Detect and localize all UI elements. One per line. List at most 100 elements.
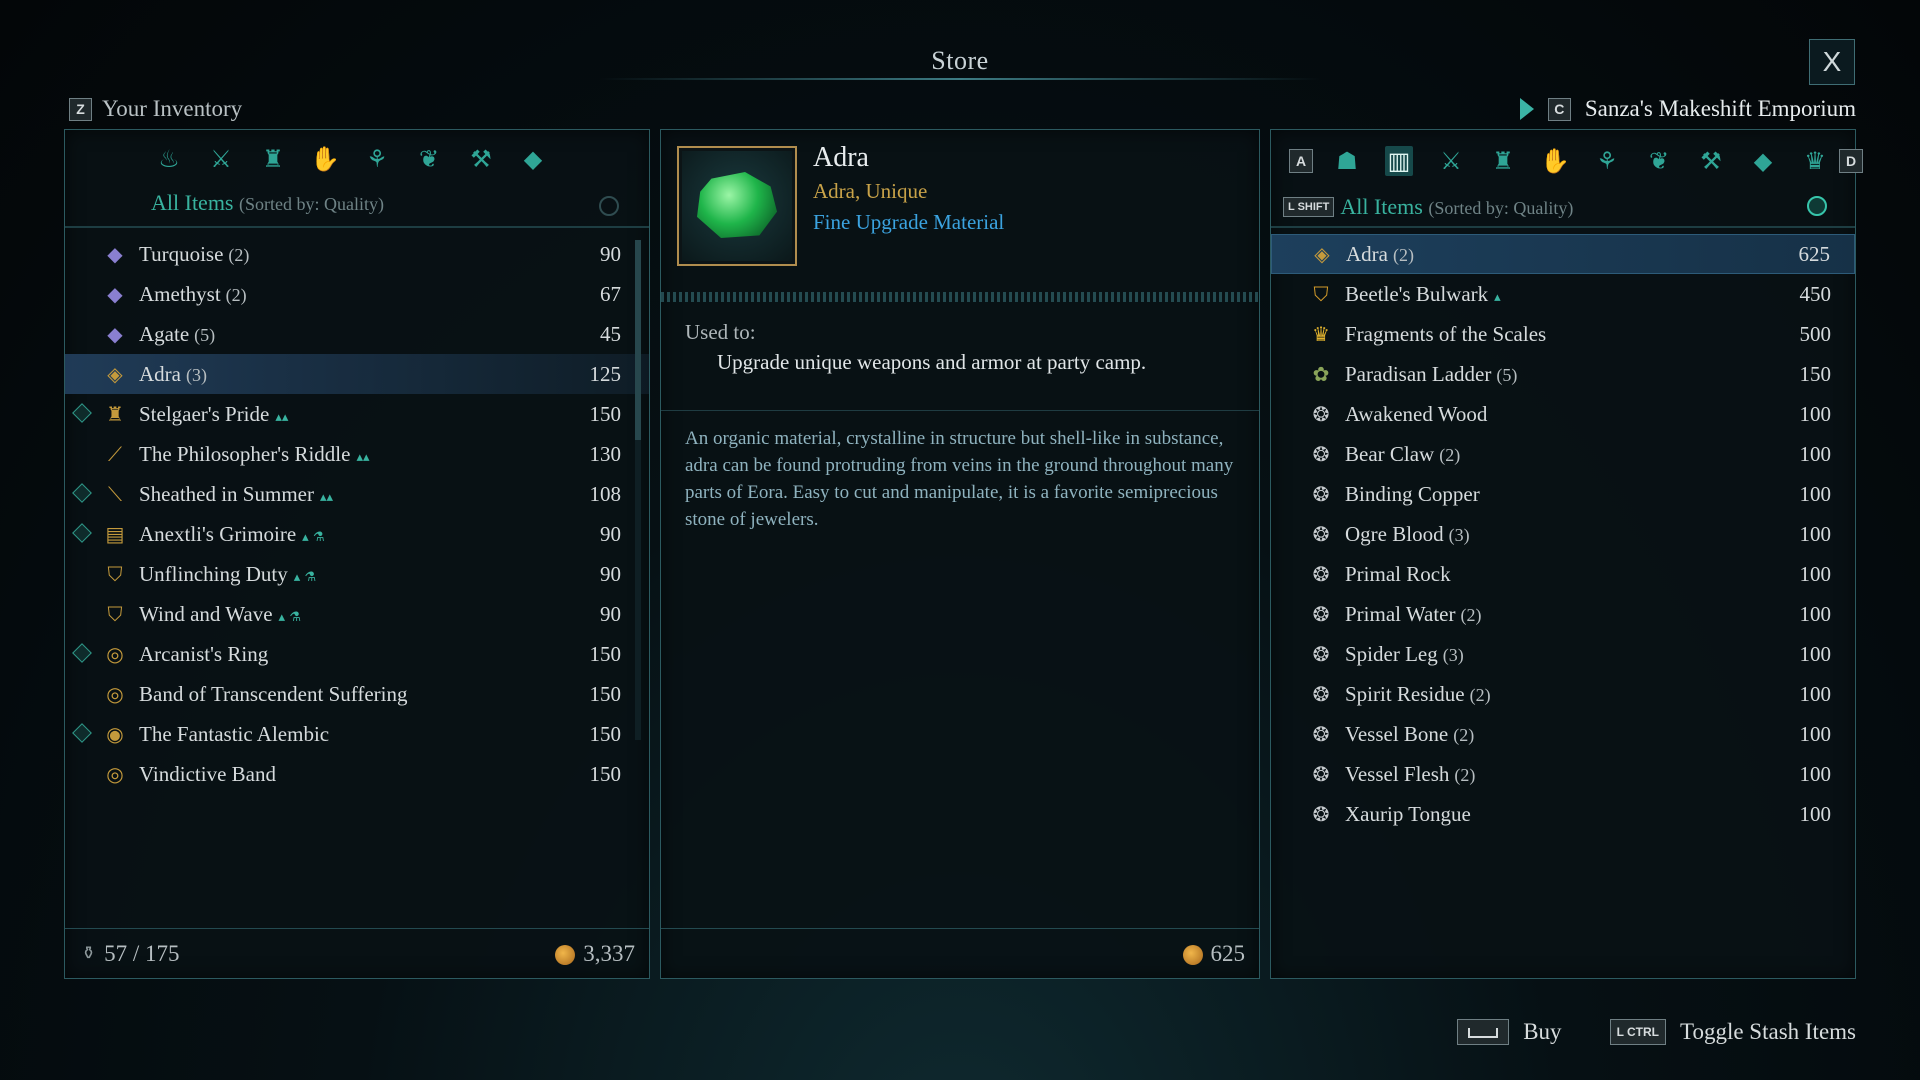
crown-icon[interactable]: ♛	[1801, 146, 1829, 176]
gems-icon[interactable]: ◆	[1749, 146, 1777, 176]
list-item[interactable]: ❂ Awakened Wood 100	[1271, 394, 1855, 434]
item-name: Turquoise (2)	[139, 242, 541, 267]
list-item[interactable]: ◎ Band of Transcendent Suffering 150	[65, 674, 649, 714]
item-name-text: Xaurip Tongue	[1345, 801, 1471, 826]
item-count: (2)	[1392, 244, 1414, 265]
list-item[interactable]: ❂ Spider Leg (3) 100	[1271, 634, 1855, 674]
item-name: Vessel Bone (2)	[1345, 722, 1751, 747]
item-name: Ogre Blood (3)	[1345, 522, 1751, 547]
list-item[interactable]: ⟍ Sheathed in Summer ▴▴ 108	[65, 474, 649, 514]
item-name-text: Wind and Wave	[139, 601, 273, 626]
item-count: (2)	[1453, 724, 1475, 745]
food-icon[interactable]: ❦	[415, 144, 443, 174]
inventory-capacity: 57 / 175	[104, 940, 180, 966]
misc-icon[interactable]: ⚒	[467, 144, 495, 174]
list-item[interactable]: ◉ The Fantastic Alembic 150	[65, 714, 649, 754]
misc-icon[interactable]: ⚒	[1697, 146, 1725, 176]
list-item[interactable]: ◆ Amethyst (2) 67	[65, 274, 649, 314]
prev-category-key[interactable]: A	[1289, 149, 1313, 173]
ingredient-icon: ❂	[1312, 802, 1330, 826]
play-arrow-icon	[1519, 98, 1534, 120]
store-stash-toggle[interactable]	[1807, 196, 1827, 216]
list-item[interactable]: ❂ Primal Water (2) 100	[1271, 594, 1855, 634]
space-key[interactable]	[1457, 1019, 1510, 1045]
next-category-key[interactable]: D	[1839, 149, 1863, 173]
all-items-icon[interactable]: ♨	[155, 144, 183, 174]
inventory-scrollbar[interactable]	[635, 240, 641, 740]
list-item[interactable]: ◆ Agate (5) 45	[65, 314, 649, 354]
item-name: Anextli's Grimoire ▴ ⚗	[139, 522, 541, 547]
list-item[interactable]: ⛉ Beetle's Bulwark ▴ 450	[1271, 274, 1855, 314]
item-subtitle: Adra, Unique	[813, 179, 928, 203]
list-item[interactable]: ❂ Binding Copper 100	[1271, 474, 1855, 514]
inventory-panel: ♨ ⚔ ♜ ✋ ⚘ ❦ ⚒ ◆ All Items (Sorted by: Qu…	[64, 129, 650, 979]
list-item[interactable]: ❂ Vessel Flesh (2) 100	[1271, 754, 1855, 794]
item-name-text: Amethyst	[139, 281, 221, 306]
list-item[interactable]: ❂ Bear Claw (2) 100	[1271, 434, 1855, 474]
item-price: 625	[1182, 941, 1245, 967]
ingredients-icon[interactable]: ✋	[310, 144, 340, 174]
list-item[interactable]: ♛ Fragments of the Scales 500	[1271, 314, 1855, 354]
adra-icon: ◈	[107, 362, 123, 386]
ingredients-icon[interactable]: ✋	[1540, 146, 1570, 176]
item-name: Primal Water (2)	[1345, 602, 1751, 627]
gems-icon[interactable]: ◆	[519, 144, 547, 174]
list-item[interactable]: ◈ Adra (2) 625	[1271, 234, 1855, 274]
list-item[interactable]: ◆ Turquoise (2) 90	[65, 234, 649, 274]
weapons-icon[interactable]: ⚔	[1437, 146, 1465, 176]
crafting-icon[interactable]: ▥	[1385, 146, 1413, 176]
list-item[interactable]: ♜ Stelgaer's Pride ▴▴ 150	[65, 394, 649, 434]
item-value: 130	[589, 441, 622, 466]
item-name-text: Beetle's Bulwark	[1345, 281, 1489, 306]
food-icon[interactable]: ❦	[1645, 146, 1673, 176]
item-count: (2)	[1469, 684, 1491, 705]
list-item[interactable]: ❂ Primal Rock 100	[1271, 554, 1855, 594]
scrollbar-thumb[interactable]	[635, 240, 641, 440]
item-value: 100	[1799, 721, 1832, 746]
flowers-icon[interactable]: ⚘	[1593, 146, 1621, 176]
list-item[interactable]: ✿ Paradisan Ladder (5) 150	[1271, 354, 1855, 394]
inventory-money: 3,337	[555, 941, 635, 967]
inventory-stash-toggle[interactable]	[599, 196, 619, 216]
coin-icon	[1182, 945, 1203, 966]
item-name-text: Paradisan Ladder	[1345, 361, 1492, 386]
list-item[interactable]: ❂ Xaurip Tongue 100	[1271, 794, 1855, 834]
inventory-hotkey[interactable]: Z	[69, 97, 92, 121]
item-value: 45	[600, 321, 621, 346]
shield-icon: ⛉	[107, 562, 123, 586]
helmet-icon[interactable]: ☗	[1333, 146, 1361, 176]
dagger-icon: ⟍	[108, 482, 122, 506]
item-name: Band of Transcendent Suffering	[139, 682, 541, 707]
toggle-stash-button[interactable]: Toggle Stash Items	[1680, 1019, 1856, 1045]
item-name-text: Primal Water	[1345, 601, 1456, 626]
list-item[interactable]: ❂ Ogre Blood (3) 100	[1271, 514, 1855, 554]
list-item[interactable]: ◎ Arcanist's Ring 150	[65, 634, 649, 674]
list-item[interactable]: ◈ Adra (3) 125	[65, 354, 649, 394]
weapons-icon[interactable]: ⚔	[207, 144, 235, 174]
list-item[interactable]: ⛉ Wind and Wave ▴ ⚗ 90	[65, 594, 649, 634]
inventory-sort-label[interactable]: All Items (Sorted by: Quality)	[151, 190, 384, 216]
store-sort-row: L SHIFT All Items (Sorted by: Quality)	[1283, 194, 1573, 220]
list-item[interactable]: ⟋ The Philosopher's Riddle ▴▴ 130	[65, 434, 649, 474]
buy-button[interactable]: Buy	[1523, 1019, 1561, 1045]
list-item[interactable]: ❂ Vessel Bone (2) 100	[1271, 714, 1855, 754]
store-sort-label[interactable]: All Items (Sorted by: Quality)	[1340, 194, 1573, 220]
list-item[interactable]: ⛉ Unflinching Duty ▴ ⚗ 90	[65, 554, 649, 594]
list-item[interactable]: ◎ Vindictive Band 150	[65, 754, 649, 785]
item-name-text: Fragments of the Scales	[1345, 321, 1547, 346]
title-underline	[600, 78, 1320, 80]
item-name-text: Unflinching Duty	[139, 561, 288, 586]
armor-icon[interactable]: ♜	[259, 144, 287, 174]
store-header: C Sanza's Makeshift Emporium	[1519, 96, 1856, 122]
item-description: An organic material, crystalline in stru…	[661, 410, 1259, 533]
sort-hotkey[interactable]: L SHIFT	[1283, 197, 1335, 217]
close-button[interactable]: X	[1809, 39, 1855, 85]
crown-icon: ♛	[1312, 322, 1330, 346]
item-count: (5)	[194, 324, 216, 345]
list-item[interactable]: ▤ Anextli's Grimoire ▴ ⚗ 90	[65, 514, 649, 554]
list-item[interactable]: ❂ Spirit Residue (2) 100	[1271, 674, 1855, 714]
armor-icon[interactable]: ♜	[1489, 146, 1517, 176]
crafting-icon[interactable]: ⚘	[363, 144, 391, 174]
store-hotkey[interactable]: C	[1547, 97, 1571, 121]
lctrl-key[interactable]: L CTRL	[1609, 1019, 1667, 1045]
